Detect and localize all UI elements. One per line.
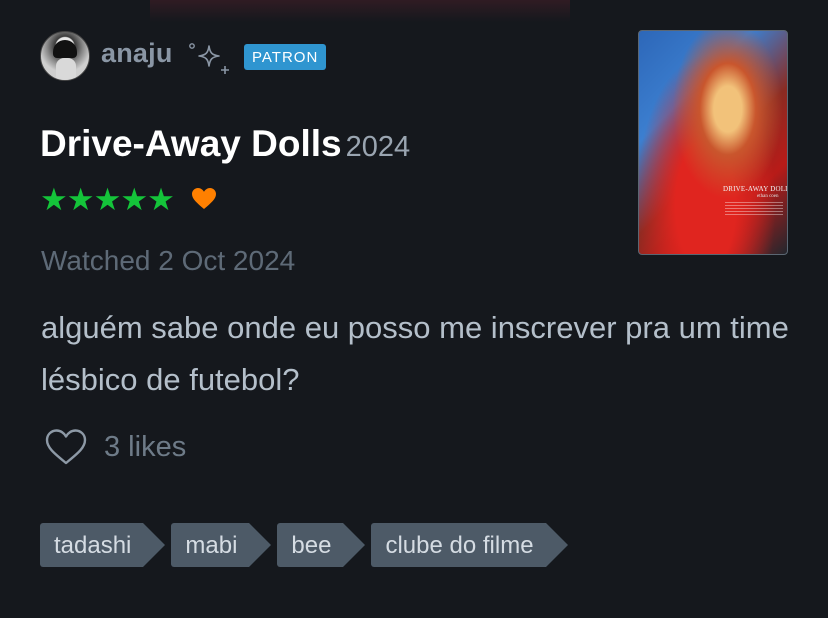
tag[interactable]: clube do filme [371, 523, 568, 567]
film-poster[interactable]: DRIVE-AWAY DOLLS ethan coen [638, 30, 788, 255]
film-year[interactable]: 2024 [346, 131, 411, 163]
backdrop-glow [150, 0, 570, 22]
watched-date: Watched 2 Oct 2024 [41, 245, 296, 276]
patron-badge[interactable]: PATRON [244, 44, 327, 70]
liked-heart-icon [192, 188, 216, 209]
tag[interactable]: bee [277, 523, 366, 567]
username[interactable]: anaju [101, 38, 173, 69]
poster-credits [725, 202, 783, 216]
poster-title: DRIVE-AWAY DOLLS [723, 185, 788, 193]
tag[interactable]: mabi [171, 523, 272, 567]
star-rating: ★★★★★ [40, 182, 175, 217]
film-title[interactable]: Drive-Away Dolls [40, 123, 342, 164]
user-avatar[interactable] [40, 31, 90, 81]
likes-count[interactable]: 3 likes [104, 431, 186, 464]
tag-list: tadashi mabi bee clube do filme [40, 523, 574, 567]
poster-subtitle: ethan coen [757, 194, 779, 199]
sparkle-icon [189, 43, 229, 74]
like-action[interactable]: 3 likes [45, 427, 186, 467]
heart-outline-icon[interactable] [45, 428, 87, 466]
film-heading: Drive-Away Dolls 2024 [40, 123, 410, 165]
tag[interactable]: tadashi [40, 523, 166, 567]
review-text: alguém sabe onde eu posso me inscrever p… [41, 310, 789, 397]
